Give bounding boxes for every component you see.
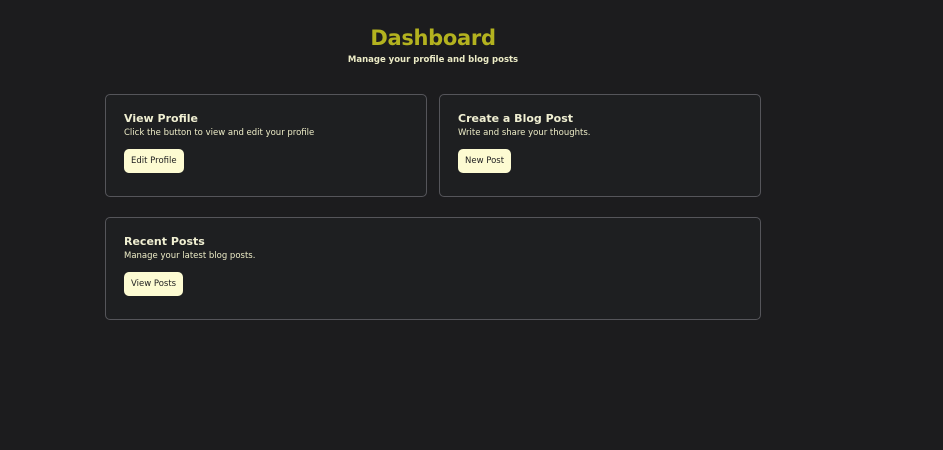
view-posts-button[interactable]: View Posts <box>124 272 184 296</box>
card-title: Create a Blog Post <box>458 112 574 125</box>
edit-profile-button[interactable]: Edit Profile <box>124 149 184 173</box>
card-title: View Profile <box>124 112 198 125</box>
page-title: Dashboard <box>370 26 496 50</box>
card-description: Manage your latest blog posts. <box>124 251 256 261</box>
card-description: Click the button to view and edit your p… <box>124 128 315 138</box>
new-post-button[interactable]: New Post <box>458 149 512 173</box>
dashboard-page: Dashboard Manage your profile and blog p… <box>0 0 943 450</box>
create-blog-post-card: Create a Blog Post Write and share your … <box>439 94 761 197</box>
view-profile-card: View Profile Click the button to view an… <box>105 94 427 197</box>
card-description: Write and share your thoughts. <box>458 128 591 138</box>
card-title: Recent Posts <box>124 235 205 248</box>
page-header: Dashboard Manage your profile and blog p… <box>105 24 761 66</box>
recent-posts-card: Recent Posts Manage your latest blog pos… <box>105 217 761 320</box>
page-subtitle: Manage your profile and blog posts <box>347 55 519 65</box>
